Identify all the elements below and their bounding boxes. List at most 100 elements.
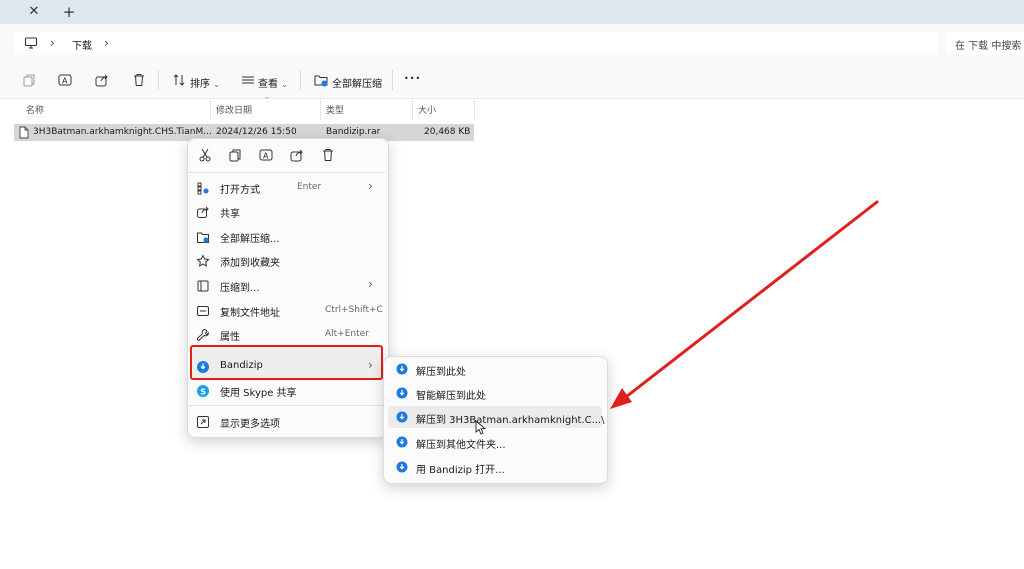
sort-button[interactable]: 排序 ⌄: [190, 75, 220, 90]
submenu-item-label: 解压到其他文件夹...: [416, 440, 506, 451]
svg-text:A: A: [263, 152, 269, 161]
tab-bar: [0, 0, 1024, 24]
toolbar-divider: [392, 70, 393, 90]
menu-item-label: 属性: [220, 332, 240, 343]
extract-all-icon: [197, 232, 209, 243]
column-header-size[interactable]: 大小: [418, 103, 436, 116]
toolbar-divider: [158, 70, 159, 90]
menu-divider: [188, 405, 386, 406]
rename-icon[interactable]: A: [57, 72, 73, 88]
copy-path-icon: [197, 306, 209, 316]
new-copy-icon[interactable]: [21, 72, 37, 88]
share-icon: [197, 206, 209, 218]
more-options-button[interactable]: •••: [404, 74, 421, 83]
view-label: 查看: [258, 79, 278, 90]
submenu-item-extract-to-folder[interactable]: 解压到 3H3Batman.arkhamknight.C...\: [388, 406, 605, 428]
menu-item-shortcut: Alt+Enter: [325, 329, 369, 339]
column-divider[interactable]: [412, 98, 413, 120]
menu-item-label: 显示更多选项: [220, 419, 280, 430]
more-options-icon: [197, 416, 209, 428]
submenu-item-label: 智能解压到此处: [416, 391, 486, 402]
cut-icon[interactable]: [197, 147, 213, 163]
sort-icon[interactable]: [171, 72, 187, 88]
submenu-item-label: 解压到 3H3Batman.arkhamknight.C...\: [416, 415, 605, 426]
file-modified: 2024/12/26 15:50: [216, 127, 297, 137]
sort-label: 排序: [190, 79, 210, 90]
file-type: Bandizip.rar: [326, 127, 381, 137]
file-icon: [19, 126, 29, 139]
chevron-down-icon: ⌄: [213, 80, 220, 89]
submenu-item-label: 用 Bandizip 打开...: [416, 465, 505, 476]
bandizip-icon: [396, 411, 408, 423]
file-size: 20,468 KB: [424, 127, 471, 137]
menu-item-compress-to[interactable]: 压缩到... ›: [192, 275, 382, 297]
view-icon[interactable]: [240, 72, 256, 88]
star-icon: [196, 254, 210, 267]
menu-item-label: 打开方式: [220, 185, 260, 196]
menu-item-skype-share[interactable]: S 使用 Skype 共享: [192, 380, 382, 402]
rename-icon[interactable]: A: [258, 147, 274, 163]
share-icon[interactable]: [289, 147, 305, 163]
menu-item-share[interactable]: 共享: [192, 201, 382, 223]
new-tab-button[interactable]: +: [60, 4, 78, 20]
chevron-down-icon: ⌄: [281, 80, 288, 89]
bandizip-icon: [396, 461, 408, 473]
pc-icon[interactable]: [24, 36, 38, 50]
mouse-cursor-icon: [475, 420, 487, 435]
delete-icon[interactable]: [131, 72, 147, 88]
submenu-item-extract-other-folder[interactable]: 解压到其他文件夹...: [388, 431, 602, 453]
skype-icon: S: [197, 385, 209, 397]
toolbar-divider: [300, 70, 301, 90]
menu-item-label: 添加到收藏夹: [220, 258, 280, 269]
close-tab-button[interactable]: ✕: [24, 5, 44, 19]
open-with-icon: [197, 182, 209, 195]
compress-icon: [197, 280, 209, 292]
view-button[interactable]: 查看 ⌄: [258, 75, 288, 90]
breadcrumb-separator[interactable]: ›: [50, 36, 55, 50]
bandizip-icon: [396, 387, 408, 399]
extract-all-button[interactable]: 全部解压缩: [332, 75, 382, 90]
submenu-item-smart-extract[interactable]: 智能解压到此处: [388, 382, 602, 404]
chevron-right-icon: ›: [368, 277, 373, 291]
menu-item-label: Bandizip: [220, 360, 263, 371]
submenu-item-extract-here[interactable]: 解压到此处: [388, 358, 602, 380]
menu-item-copy-path[interactable]: 复制文件地址 Ctrl+Shift+C: [192, 300, 383, 322]
column-header-type[interactable]: 类型: [326, 103, 344, 116]
wrench-icon: [196, 328, 210, 341]
share-icon[interactable]: [94, 72, 110, 88]
address-bar[interactable]: [14, 31, 938, 55]
menu-item-more-options[interactable]: 显示更多选项: [192, 411, 382, 433]
column-header-modified[interactable]: 修改日期: [216, 103, 252, 116]
chevron-right-icon: ›: [368, 358, 373, 372]
menu-item-add-favorites[interactable]: 添加到收藏夹: [192, 250, 382, 272]
submenu-item-open-with-bandizip[interactable]: 用 Bandizip 打开...: [388, 456, 602, 478]
file-name: 3H3Batman.arkhamknight.CHS.TianM...: [33, 127, 212, 137]
bandizip-icon: [197, 361, 209, 373]
copy-icon[interactable]: [227, 147, 243, 163]
breadcrumb-separator[interactable]: ›: [104, 36, 109, 50]
extract-all-icon[interactable]: [313, 72, 329, 88]
column-divider[interactable]: [474, 98, 475, 120]
menu-item-extract-all[interactable]: 全部解压缩...: [192, 226, 382, 248]
column-divider[interactable]: [210, 98, 211, 120]
menu-item-label: 全部解压缩...: [220, 234, 280, 245]
menu-item-open-with[interactable]: 打开方式 Enter ›: [192, 177, 382, 199]
sort-indicator-icon: ⌃: [264, 96, 270, 104]
breadcrumb-downloads[interactable]: 下载: [72, 37, 92, 52]
menu-item-label: 压缩到...: [220, 283, 260, 294]
bandizip-icon: [396, 363, 408, 375]
menu-item-label: 复制文件地址: [220, 308, 280, 319]
menu-item-label: 共享: [220, 209, 240, 220]
menu-item-bandizip[interactable]: Bandizip ›: [192, 356, 382, 378]
menu-item-properties[interactable]: 属性 Alt+Enter: [192, 324, 382, 346]
menu-divider: [188, 172, 386, 173]
column-divider[interactable]: [320, 98, 321, 120]
submenu-item-label: 解压到此处: [416, 367, 466, 378]
menu-item-label: 使用 Skype 共享: [220, 388, 297, 399]
svg-text:S: S: [200, 387, 206, 396]
delete-icon[interactable]: [320, 147, 336, 163]
svg-text:A: A: [62, 77, 68, 86]
search-placeholder: 在 下载 中搜索: [955, 41, 1022, 52]
column-header-name[interactable]: 名称: [26, 103, 44, 116]
chevron-right-icon: ›: [368, 179, 373, 193]
